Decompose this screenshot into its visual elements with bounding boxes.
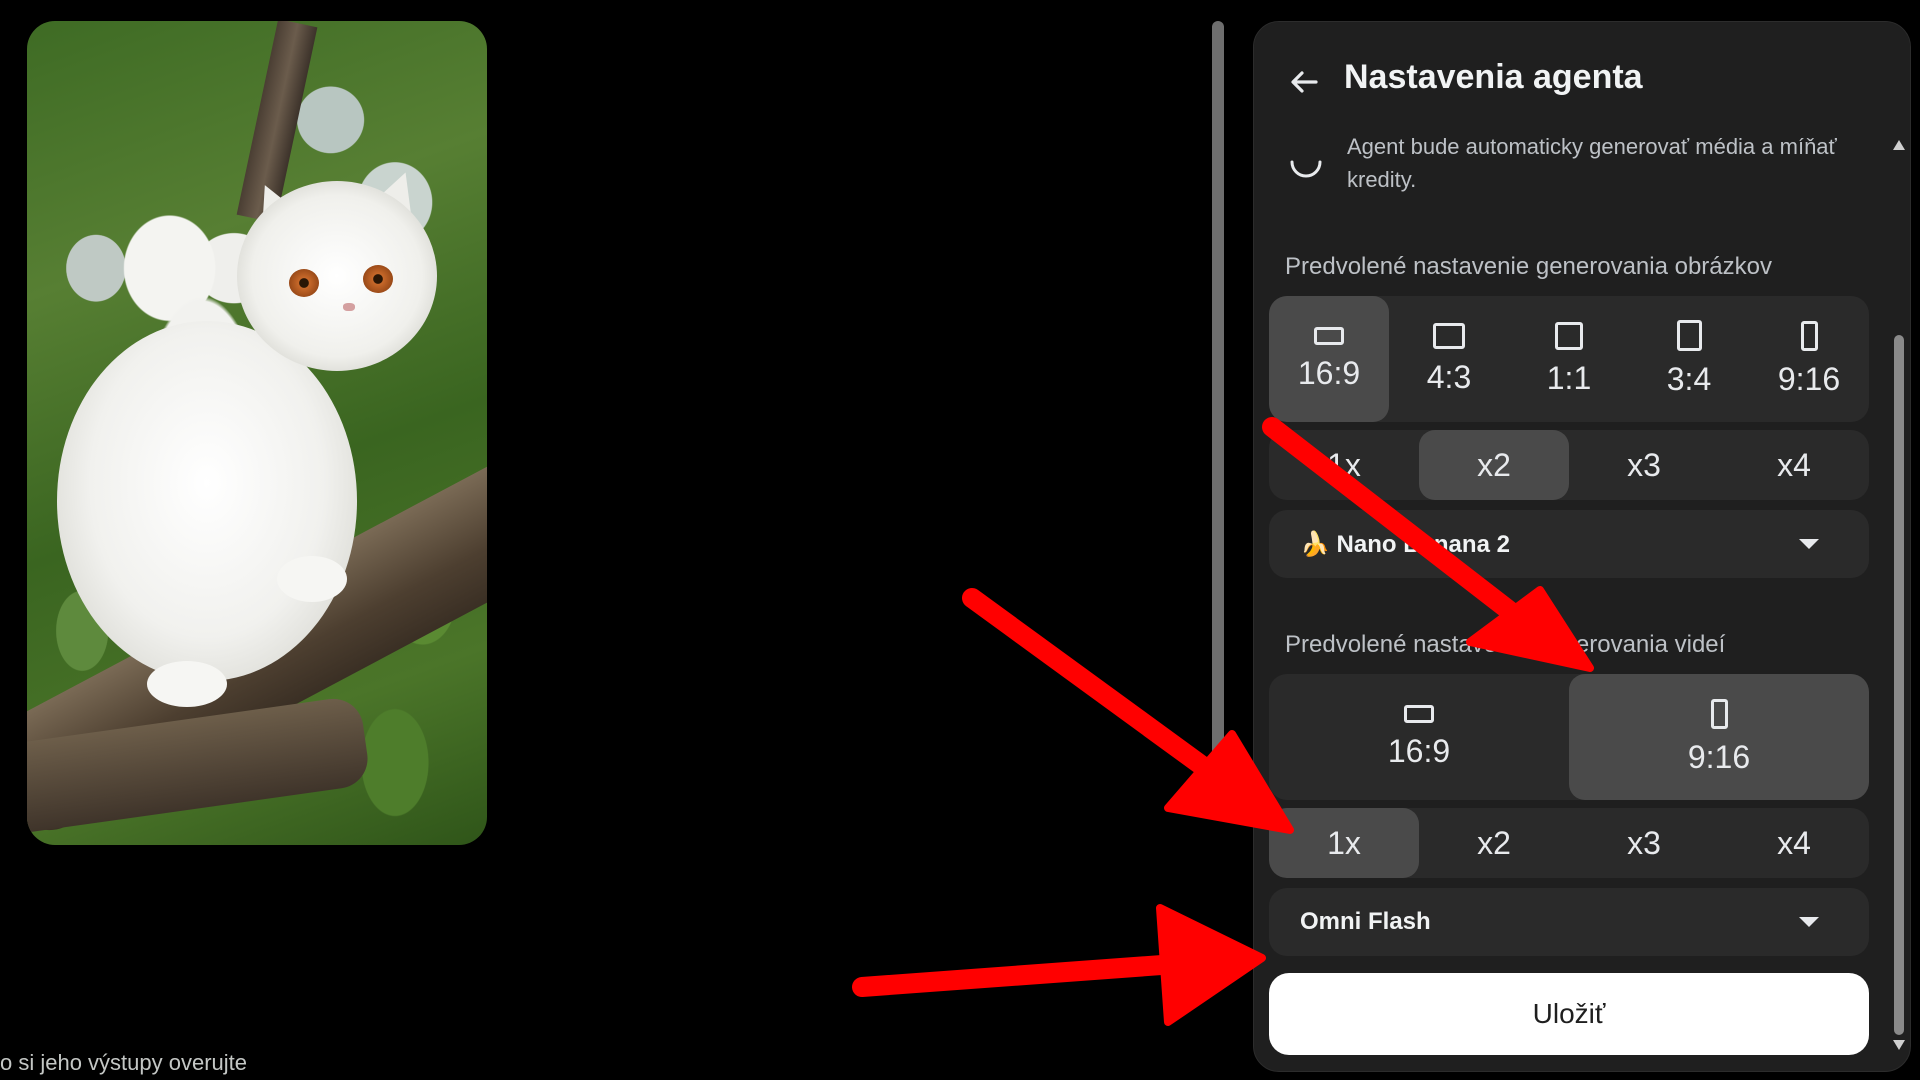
image-count-x4[interactable]: x4 bbox=[1719, 430, 1869, 500]
image-model-dropdown[interactable]: 🍌 Nano Banana 2 bbox=[1269, 510, 1869, 578]
panel-title: Nastavenia agenta bbox=[1344, 58, 1643, 96]
ratio-9-16-icon bbox=[1800, 320, 1818, 351]
image-ratio-16-9[interactable]: 16:9 bbox=[1269, 296, 1389, 422]
image-count-selector: 1x x2 x3 x4 bbox=[1269, 430, 1869, 500]
video-count-x4[interactable]: x4 bbox=[1719, 808, 1869, 878]
back-arrow-icon[interactable] bbox=[1284, 62, 1324, 102]
save-button[interactable]: Uložiť bbox=[1269, 973, 1869, 1055]
image-ratio-4-3[interactable]: 4:3 bbox=[1389, 296, 1509, 422]
panel-scrollbar[interactable] bbox=[1893, 140, 1905, 1050]
agent-note: Agent bude automaticky generovať média a… bbox=[1347, 134, 1837, 192]
chevron-down-icon bbox=[1799, 539, 1819, 549]
annotation-arrowhead-3 bbox=[1156, 904, 1266, 1026]
image-ratio-1-1[interactable]: 1:1 bbox=[1509, 296, 1629, 422]
ratio-label: 16:9 bbox=[1297, 354, 1361, 391]
video-model-dropdown[interactable]: Omni Flash bbox=[1269, 888, 1869, 956]
ratio-3-4-icon bbox=[1676, 320, 1702, 351]
ratio-9-16-icon bbox=[1710, 698, 1728, 729]
video-model-label: Omni Flash bbox=[1300, 908, 1431, 935]
video-count-1x[interactable]: 1x bbox=[1269, 808, 1419, 878]
image-count-1x[interactable]: 1x bbox=[1269, 430, 1419, 500]
video-ratio-selector: 16:9 9:16 bbox=[1269, 674, 1869, 800]
image-count-x3[interactable]: x3 bbox=[1569, 430, 1719, 500]
scrollbar-thumb[interactable] bbox=[1894, 335, 1904, 1035]
image-ratio-3-4[interactable]: 3:4 bbox=[1629, 296, 1749, 422]
ratio-label: 3:4 bbox=[1666, 361, 1712, 397]
video-count-x3[interactable]: x3 bbox=[1569, 808, 1719, 878]
cat-photo bbox=[27, 21, 487, 845]
annotation-arrow-3 bbox=[852, 950, 1240, 997]
image-model-label: 🍌 Nano Banana 2 bbox=[1300, 530, 1510, 558]
ratio-16-9-icon bbox=[1314, 326, 1344, 345]
disclaimer-text: o si jeho výstupy overujte bbox=[0, 1050, 248, 1075]
video-count-x2[interactable]: x2 bbox=[1419, 808, 1569, 878]
ratio-16-9-icon bbox=[1404, 704, 1434, 723]
image-section-label: Predvolené nastavenie generovania obrázk… bbox=[1285, 253, 1772, 280]
ratio-label: 4:3 bbox=[1426, 358, 1472, 395]
ratio-1-1-icon bbox=[1555, 321, 1583, 350]
scroll-down-icon[interactable] bbox=[1893, 1040, 1905, 1050]
video-count-selector: 1x x2 x3 x4 bbox=[1269, 808, 1869, 878]
scroll-up-icon[interactable] bbox=[1893, 140, 1905, 150]
loading-spinner-icon bbox=[1290, 160, 1322, 178]
image-ratio-9-16[interactable]: 9:16 bbox=[1749, 296, 1869, 422]
image-ratio-selector: 16:9 4:3 1:1 3:4 9:16 bbox=[1269, 296, 1869, 422]
ratio-label: 9:16 bbox=[1777, 360, 1841, 397]
video-ratio-16-9[interactable]: 16:9 bbox=[1269, 674, 1569, 800]
video-section-label: Predvolené nastavenie generovania videí bbox=[1285, 631, 1726, 658]
ratio-4-3-icon bbox=[1433, 322, 1465, 349]
panel-header: Nastavenia agenta bbox=[1254, 22, 1910, 138]
main-scrollbar[interactable] bbox=[1212, 21, 1224, 756]
ratio-label: 16:9 bbox=[1387, 732, 1451, 769]
agent-settings-panel: Agent bude automaticky generovať média a… bbox=[1253, 21, 1911, 1072]
ratio-label: 1:1 bbox=[1546, 359, 1592, 396]
image-count-x2[interactable]: x2 bbox=[1419, 430, 1569, 500]
chevron-down-icon bbox=[1799, 917, 1819, 927]
ratio-label: 9:16 bbox=[1687, 738, 1751, 775]
video-ratio-9-16[interactable]: 9:16 bbox=[1569, 674, 1869, 800]
